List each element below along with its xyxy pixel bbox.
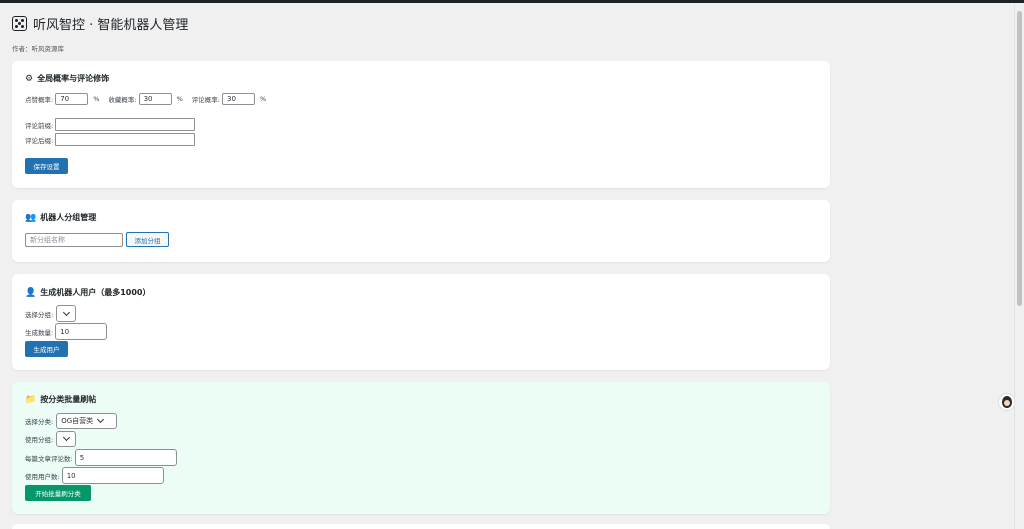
generate-users-card: 👤 生成机器人用户（最多1000） 选择分组: 生成数量: 10 生成用户 [12, 274, 830, 370]
batch-category-label: 选择分类: [25, 418, 54, 426]
next-card [12, 524, 830, 529]
user-icon: 👤 [25, 287, 37, 298]
generate-users-title: 👤 生成机器人用户（最多1000） [25, 287, 151, 298]
fav-probability-label: 收藏概率: [108, 96, 137, 104]
page-header: 听风智控 · 智能机器人管理 [12, 14, 188, 33]
group-add-row: 新分组名称 添加分组 [25, 232, 169, 247]
chevron-down-icon [62, 433, 70, 442]
folder-icon: 📁 [25, 394, 37, 405]
comment-prefix-label: 评论前缀: [25, 121, 54, 130]
group-management-card: 👥 机器人分组管理 新分组名称 添加分组 [12, 200, 830, 262]
comment-probability-input[interactable]: 30 [221, 93, 255, 105]
batch-users-row: 使用用户数: 10 [25, 467, 164, 484]
percent-label: % [93, 95, 100, 103]
percent-label: % [259, 95, 267, 103]
user-group-row: 选择分组: [25, 305, 77, 322]
global-settings-card: ⚙ 全局概率与评论修饰 点赞概率: 70 % 收藏概率: 30 % 评论概率: … [12, 61, 830, 188]
comment-suffix-row: 评论后缀: [25, 133, 196, 146]
user-group-label: 选择分组: [25, 310, 54, 319]
start-batch-button[interactable]: 开始批量刷分类 [25, 485, 91, 501]
batch-users-input[interactable]: 10 [61, 467, 164, 484]
batch-group-label: 使用分组: [25, 436, 54, 444]
admin-topbar [0, 0, 1024, 3]
user-group-select[interactable] [56, 305, 77, 322]
batch-comments-label: 每篇文章评论数: [25, 454, 73, 463]
batch-posting-title: 📁 按分类批量刷帖 [25, 394, 97, 405]
save-settings-button[interactable]: 保存设置 [25, 158, 68, 174]
percent-label: % [176, 95, 183, 103]
fav-probability-input[interactable]: 30 [138, 93, 172, 105]
batch-comments-row: 每篇文章评论数: 5 [25, 449, 177, 466]
scrollbar-thumb[interactable] [1017, 11, 1022, 306]
avatar-icon [1002, 396, 1012, 408]
like-probability-input[interactable]: 70 [55, 93, 89, 105]
group-management-title: 👥 机器人分组管理 [25, 212, 97, 223]
global-settings-title: ⚙ 全局概率与评论修饰 [25, 73, 110, 84]
user-count-input[interactable]: 10 [55, 323, 108, 340]
comment-suffix-label: 评论后缀: [25, 136, 54, 145]
chevron-down-icon [97, 415, 105, 424]
scrollbar[interactable] [1014, 3, 1024, 529]
page-title: 听风智控 · 智能机器人管理 [33, 18, 189, 33]
batch-group-select[interactable] [56, 431, 77, 447]
batch-group-row: 使用分组: [25, 431, 77, 447]
batch-category-row: 选择分类: OG自营类 [25, 413, 118, 429]
probability-row: 点赞概率: 70 % 收藏概率: 30 % 评论概率: 30 % [25, 93, 266, 105]
comment-prefix-input[interactable] [55, 118, 196, 131]
batch-posting-card: 📁 按分类批量刷帖 选择分类: OG自营类 使用分组: 每篇文章评论数: 5 使… [12, 382, 830, 514]
new-group-input[interactable]: 新分组名称 [25, 232, 123, 247]
gear-icon: ⚙ [25, 73, 34, 84]
comment-probability-label: 评论概率: [191, 96, 220, 104]
users-group-icon: 👥 [25, 212, 37, 223]
author-label: 作者：听风资源库 [12, 45, 64, 53]
batch-users-label: 使用用户数: [25, 472, 60, 481]
comment-suffix-input[interactable] [55, 133, 196, 146]
chevron-down-icon [62, 308, 70, 316]
user-count-label: 生成数量: [25, 328, 54, 337]
user-count-row: 生成数量: 10 [25, 323, 108, 340]
batch-comments-input[interactable]: 5 [74, 449, 177, 466]
dice-icon [12, 16, 27, 31]
add-group-button[interactable]: 添加分组 [126, 232, 169, 247]
batch-category-select[interactable]: OG自营类 [56, 413, 118, 429]
comment-prefix-row: 评论前缀: [25, 118, 196, 131]
generate-users-button[interactable]: 生成用户 [25, 341, 68, 357]
batch-category-value: OG自营类 [61, 417, 94, 425]
like-probability-label: 点赞概率: [25, 96, 54, 104]
